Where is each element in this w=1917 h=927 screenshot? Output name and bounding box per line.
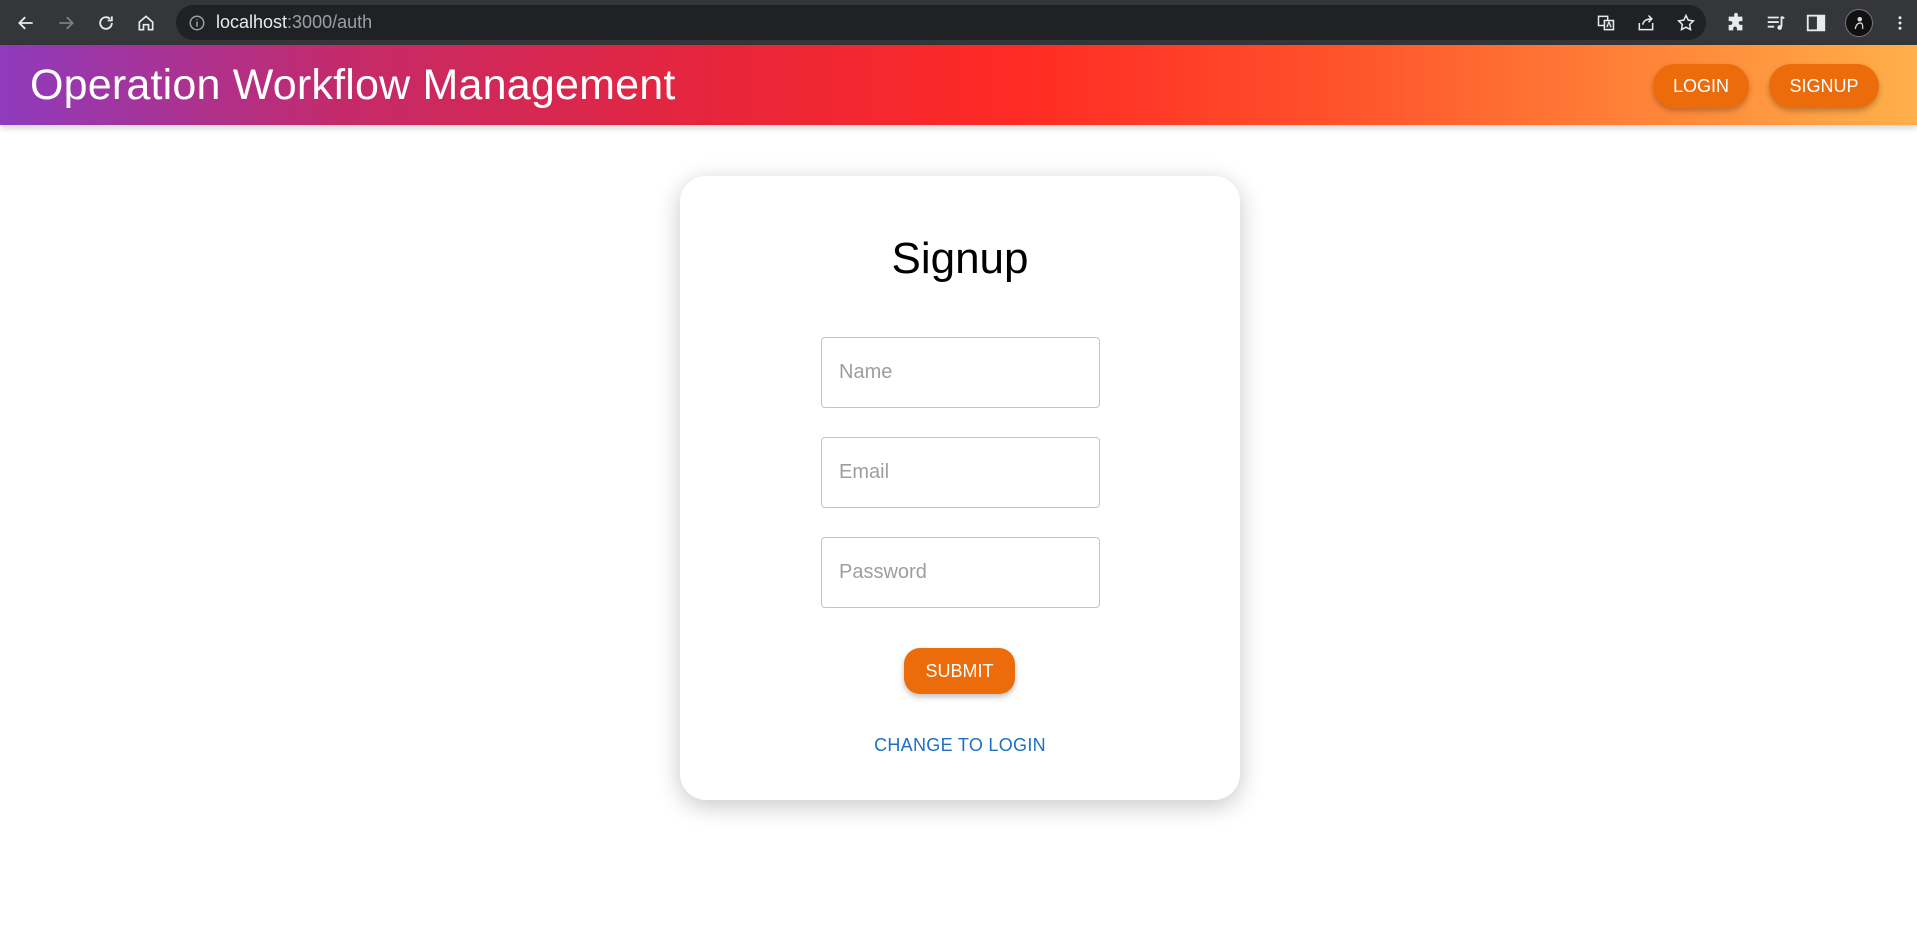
app-title: Operation Workflow Management [30, 61, 676, 109]
change-to-login-link[interactable]: CHANGE TO LOGIN [680, 735, 1240, 756]
side-panel-icon[interactable] [1805, 12, 1827, 34]
forward-button[interactable] [46, 0, 86, 45]
info-icon[interactable] [188, 14, 206, 32]
translate-icon[interactable] [1596, 13, 1616, 33]
signup-card: Signup SUBMIT CHANGE TO LOGIN [680, 176, 1240, 800]
profile-avatar-icon [1854, 16, 1864, 29]
email-field[interactable] [821, 437, 1100, 508]
name-field[interactable] [821, 337, 1100, 408]
url-path: :3000/auth [287, 12, 373, 32]
share-icon[interactable] [1636, 13, 1656, 33]
profile-avatar[interactable] [1845, 8, 1873, 37]
reload-icon [99, 15, 113, 30]
form-title: Signup [891, 234, 1029, 283]
address-bar[interactable]: localhost:3000/auth [176, 5, 1706, 40]
more-menu-icon[interactable] [1891, 12, 1909, 34]
submit-button[interactable]: SUBMIT [904, 648, 1015, 694]
forward-arrow-icon [59, 16, 74, 29]
back-arrow-icon [18, 16, 33, 29]
star-icon[interactable] [1676, 13, 1696, 33]
app-header: Operation Workflow Management LOGIN SIGN… [0, 45, 1917, 125]
home-button[interactable] [126, 0, 166, 45]
back-button[interactable] [6, 0, 46, 45]
password-field[interactable] [821, 537, 1100, 608]
header-signup-button[interactable]: SIGNUP [1769, 64, 1879, 108]
browser-toolbar: localhost:3000/auth [0, 0, 1917, 45]
url-host: localhost [216, 12, 288, 32]
media-queue-icon[interactable] [1765, 12, 1787, 34]
extensions-icon[interactable] [1725, 12, 1747, 34]
home-icon [138, 14, 154, 30]
header-login-button[interactable]: LOGIN [1653, 64, 1749, 108]
reload-button[interactable] [86, 0, 126, 45]
